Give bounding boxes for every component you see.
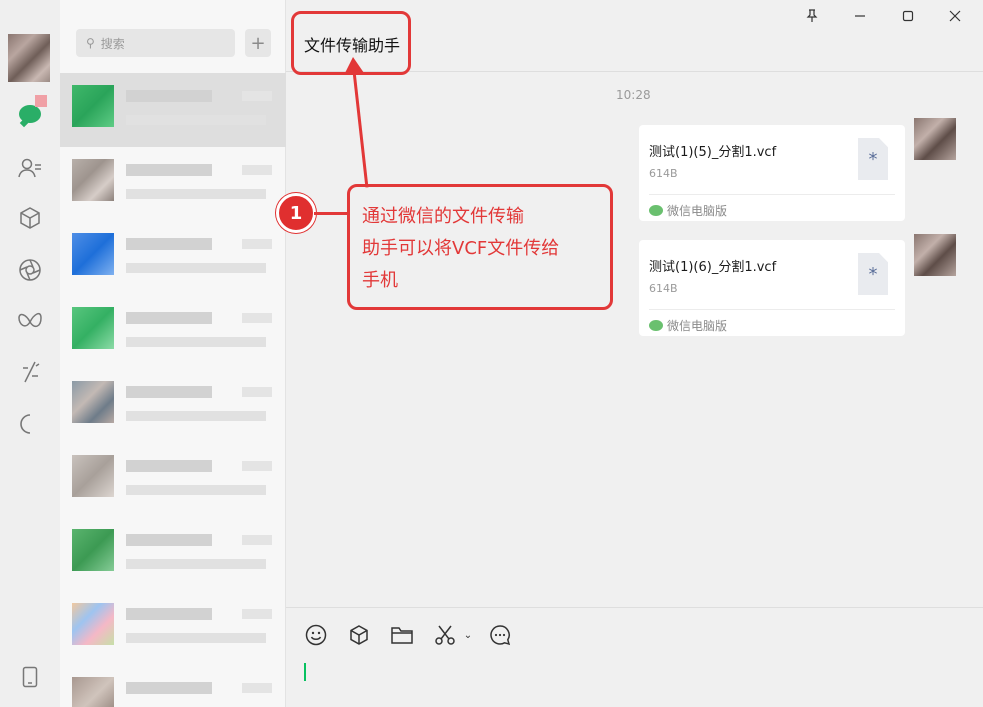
- message-timestamp: 10:28: [616, 88, 651, 102]
- list-item[interactable]: [60, 517, 286, 591]
- channels-butterfly-icon[interactable]: [17, 309, 43, 335]
- favorites-box-icon[interactable]: [17, 205, 43, 231]
- pin-icon[interactable]: [801, 6, 823, 26]
- emoji-icon[interactable]: [304, 623, 328, 647]
- search-icon: ⚲: [86, 36, 95, 50]
- list-item[interactable]: [60, 221, 286, 295]
- annotation-callout: 通过微信的文件传输 助手可以将VCF文件传给 手机: [347, 184, 613, 310]
- unread-badge: [35, 95, 47, 107]
- file-source-label: 微信电脑版: [667, 204, 728, 218]
- annotation-text: 通过微信的文件传输 助手可以将VCF文件传给 手机: [362, 206, 560, 291]
- wechat-icon: [649, 320, 663, 331]
- sticker-box-icon[interactable]: [347, 623, 371, 647]
- file-size: 614B: [649, 167, 678, 180]
- avatar[interactable]: [8, 34, 50, 82]
- list-item[interactable]: [60, 147, 286, 221]
- chat-window: 文件传输助手 10:28 测试(1)(5)_分割1.vcf 614B * 微信电…: [286, 0, 983, 707]
- list-item[interactable]: [60, 443, 286, 517]
- phone-icon[interactable]: [17, 664, 43, 690]
- list-item[interactable]: [60, 369, 286, 443]
- close-button[interactable]: [944, 6, 966, 26]
- file-source-label: 微信电脑版: [667, 319, 728, 333]
- file-source: 微信电脑版: [649, 317, 727, 334]
- file-name: 测试(1)(5)_分割1.vcf: [649, 145, 777, 160]
- search-input[interactable]: ⚲ 搜索: [76, 29, 235, 57]
- wechat-icon: [649, 205, 663, 216]
- search-placeholder: 搜索: [100, 36, 125, 51]
- add-button[interactable]: +: [245, 29, 271, 57]
- chat-icon[interactable]: [17, 95, 47, 127]
- maximize-button[interactable]: [897, 6, 919, 26]
- chat-list-panel: ⚲ 搜索 +: [60, 0, 286, 707]
- list-item[interactable]: [60, 295, 286, 369]
- mini-program-icon[interactable]: [17, 411, 43, 437]
- file-message[interactable]: 测试(1)(5)_分割1.vcf 614B * 微信电脑版: [639, 125, 905, 221]
- left-nav-rail: [0, 0, 60, 707]
- chevron-down-icon[interactable]: ⌄: [461, 623, 475, 647]
- text-cursor: [304, 663, 306, 681]
- avatar[interactable]: [914, 234, 956, 276]
- list-item[interactable]: [60, 591, 286, 665]
- file-size: 614B: [649, 282, 678, 295]
- list-item[interactable]: [60, 665, 286, 707]
- file-message[interactable]: 测试(1)(6)_分割1.vcf 614B * 微信电脑版: [639, 240, 905, 336]
- message-input-area[interactable]: ⌄: [286, 607, 983, 707]
- moments-aperture-icon[interactable]: [17, 257, 43, 283]
- contact-file-icon: *: [858, 253, 888, 295]
- file-source: 微信电脑版: [649, 202, 727, 219]
- avatar[interactable]: [914, 118, 956, 160]
- scissors-icon[interactable]: [433, 623, 457, 647]
- contacts-icon[interactable]: [17, 155, 43, 181]
- list-item[interactable]: [60, 73, 286, 147]
- minimize-button[interactable]: [849, 6, 871, 26]
- annotation-arrow: [344, 57, 369, 189]
- callout-connector: [314, 212, 349, 215]
- contact-file-icon: *: [858, 138, 888, 180]
- search-sparkle-icon[interactable]: [17, 359, 43, 385]
- file-name: 测试(1)(6)_分割1.vcf: [649, 260, 777, 275]
- step-number-badge: 1: [276, 193, 316, 233]
- chat-history-icon[interactable]: [488, 623, 512, 647]
- folder-icon[interactable]: [390, 623, 414, 647]
